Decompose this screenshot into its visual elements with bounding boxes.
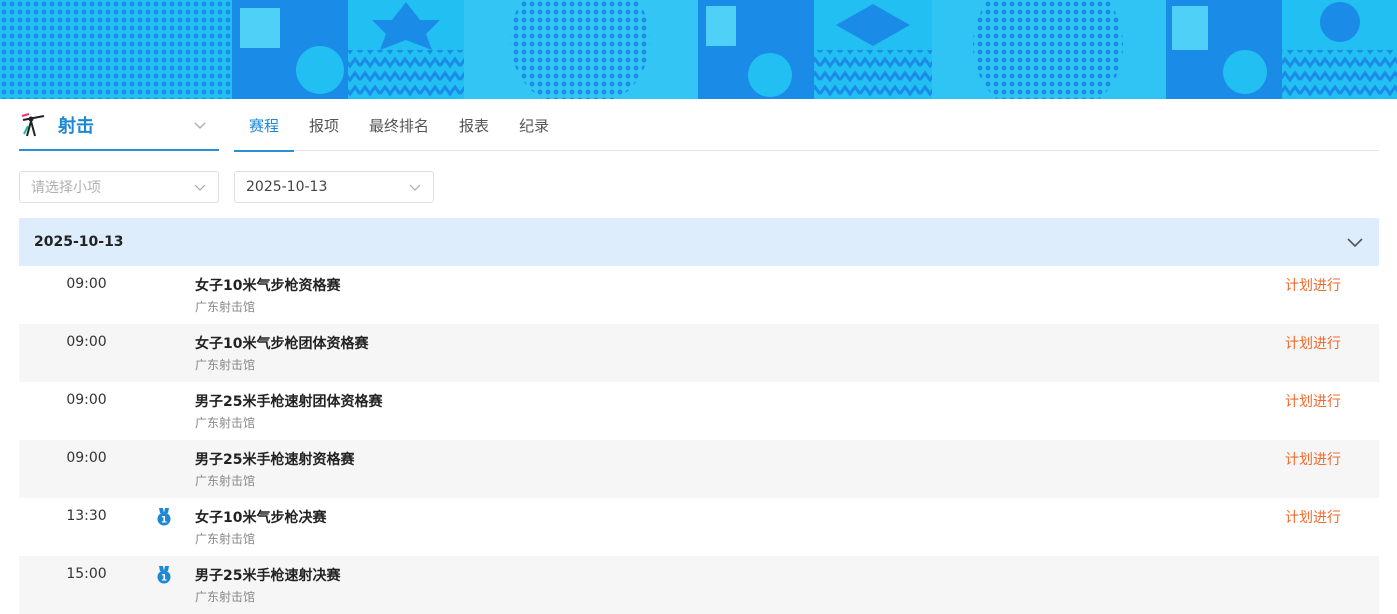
event-time: 09:00 (66, 392, 107, 408)
event-select-placeholder: 请选择小项 (31, 180, 101, 196)
table-row[interactable]: 09:00 女子10米气步枪团体资格赛 广东射击馆 计划进行 (19, 324, 1379, 382)
event-venue: 广东射击馆 (195, 532, 256, 546)
schedule-list: 09:00 女子10米气步枪资格赛 广东射击馆 计划进行 09:00 女子10米… (19, 266, 1379, 614)
tab-final-ranking[interactable]: 最终排名 (354, 100, 444, 151)
status-label: 计划进行 (1285, 336, 1341, 352)
tab-schedule[interactable]: 赛程 (234, 100, 295, 152)
tab-reports[interactable]: 报表 (444, 100, 504, 151)
event-name[interactable]: 男子25米手枪速射团体资格赛 (195, 391, 382, 411)
event-name[interactable]: 男子25米手枪速射资格赛 (195, 449, 354, 469)
status-label: 计划进行 (1285, 510, 1341, 526)
tab-entries[interactable]: 报项 (294, 100, 354, 151)
event-venue: 广东射击馆 (195, 300, 256, 314)
event-venue: 广东射击馆 (195, 590, 256, 604)
event-name[interactable]: 女子10米气步枪团体资格赛 (195, 333, 368, 353)
event-time: 15:00 (66, 566, 107, 582)
table-row[interactable]: 13:30 1 女子10米气步枪决赛 广东射击馆 计划进行 (19, 498, 1379, 556)
svg-text:1: 1 (161, 516, 167, 526)
event-venue: 广东射击馆 (195, 416, 256, 430)
table-row[interactable]: 09:00 男子25米手枪速射资格赛 广东射击馆 计划进行 (19, 440, 1379, 498)
status-label: 计划进行 (1285, 452, 1341, 468)
date-group-label: 2025-10-13 (34, 234, 124, 250)
event-time: 09:00 (66, 450, 107, 466)
event-name[interactable]: 女子10米气步枪决赛 (195, 507, 326, 527)
table-row[interactable]: 15:00 1 男子25米手枪速射决赛 广东射击馆 (19, 556, 1379, 614)
event-name[interactable]: 女子10米气步枪资格赛 (195, 275, 340, 295)
sport-selector[interactable]: 射击 (19, 100, 219, 151)
chevron-down-icon (194, 122, 206, 129)
status-label: 计划进行 (1285, 394, 1341, 410)
sport-nav: 射击 赛程 报项 最终排名 报表 纪录 (19, 100, 1379, 152)
tab-records[interactable]: 纪录 (504, 100, 564, 151)
event-time: 13:30 (66, 508, 107, 524)
table-row[interactable]: 09:00 女子10米气步枪资格赛 广东射击馆 计划进行 (19, 266, 1379, 324)
shooting-icon (21, 112, 45, 136)
event-time: 09:00 (66, 334, 107, 350)
svg-text:1: 1 (161, 574, 167, 584)
sport-name: 射击 (58, 115, 94, 137)
table-row[interactable]: 09:00 男子25米手枪速射团体资格赛 广东射击馆 计划进行 (19, 382, 1379, 440)
event-name[interactable]: 男子25米手枪速射决赛 (195, 565, 340, 585)
event-select[interactable]: 请选择小项 (19, 171, 219, 203)
event-time: 09:00 (66, 276, 107, 292)
event-venue: 广东射击馆 (195, 358, 256, 372)
date-select[interactable]: 2025-10-13 (234, 171, 434, 203)
chevron-down-icon (194, 184, 206, 191)
date-select-value: 2025-10-13 (246, 179, 328, 195)
tab-bar: 赛程 报项 最终排名 报表 纪录 (234, 100, 1379, 152)
chevron-down-icon (1347, 238, 1363, 248)
event-venue: 广东射击馆 (195, 474, 256, 488)
medal-icon: 1 (157, 508, 171, 526)
date-group-header[interactable]: 2025-10-13 (19, 218, 1379, 266)
banner-pattern (0, 0, 1397, 99)
chevron-down-icon (409, 184, 421, 191)
medal-icon: 1 (157, 566, 171, 584)
header-banner (0, 0, 1397, 99)
status-label: 计划进行 (1285, 278, 1341, 294)
